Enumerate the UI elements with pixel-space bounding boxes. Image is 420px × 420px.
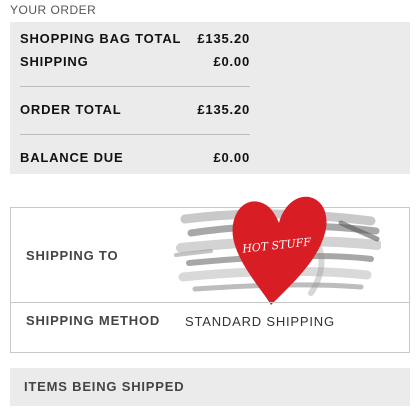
shipping-value: £0.00 bbox=[213, 54, 250, 69]
shopping-bag-total-row: SHOPPING BAG TOTAL £135.20 bbox=[20, 31, 250, 46]
order-total-label: ORDER TOTAL bbox=[20, 102, 122, 117]
balance-due-label: BALANCE DUE bbox=[20, 150, 124, 165]
shipping-method-value: STANDARD SHIPPING bbox=[185, 314, 335, 329]
balance-due-row: BALANCE DUE £0.00 bbox=[20, 150, 250, 165]
shopping-bag-total-label: SHOPPING BAG TOTAL bbox=[20, 31, 182, 46]
order-total-row: ORDER TOTAL £135.20 bbox=[20, 102, 250, 117]
summary-divider bbox=[20, 86, 250, 87]
shipping-row: SHIPPING £0.00 bbox=[20, 54, 250, 69]
shipping-box-divider bbox=[11, 302, 409, 303]
shopping-bag-total-value: £135.20 bbox=[197, 31, 250, 46]
order-total-value: £135.20 bbox=[197, 102, 250, 117]
shipping-label: SHIPPING bbox=[20, 54, 89, 69]
hot-stuff-heart-sticker: HOT STUFF bbox=[174, 196, 381, 305]
summary-divider bbox=[20, 134, 250, 135]
shipping-to-label: SHIPPING TO bbox=[26, 248, 119, 263]
items-being-shipped-label: ITEMS BEING SHIPPED bbox=[24, 379, 185, 394]
order-summary-panel: SHOPPING BAG TOTAL £135.20 SHIPPING £0.0… bbox=[10, 22, 410, 174]
balance-due-value: £0.00 bbox=[213, 150, 250, 165]
your-order-title: YOUR ORDER bbox=[10, 3, 97, 17]
items-being-shipped-section[interactable]: ITEMS BEING SHIPPED bbox=[10, 368, 410, 406]
shipping-details-box: HOT STUFF SHIPPING TO SHIPPING METHOD ST… bbox=[10, 196, 410, 353]
shipping-method-label: SHIPPING METHOD bbox=[26, 313, 161, 328]
